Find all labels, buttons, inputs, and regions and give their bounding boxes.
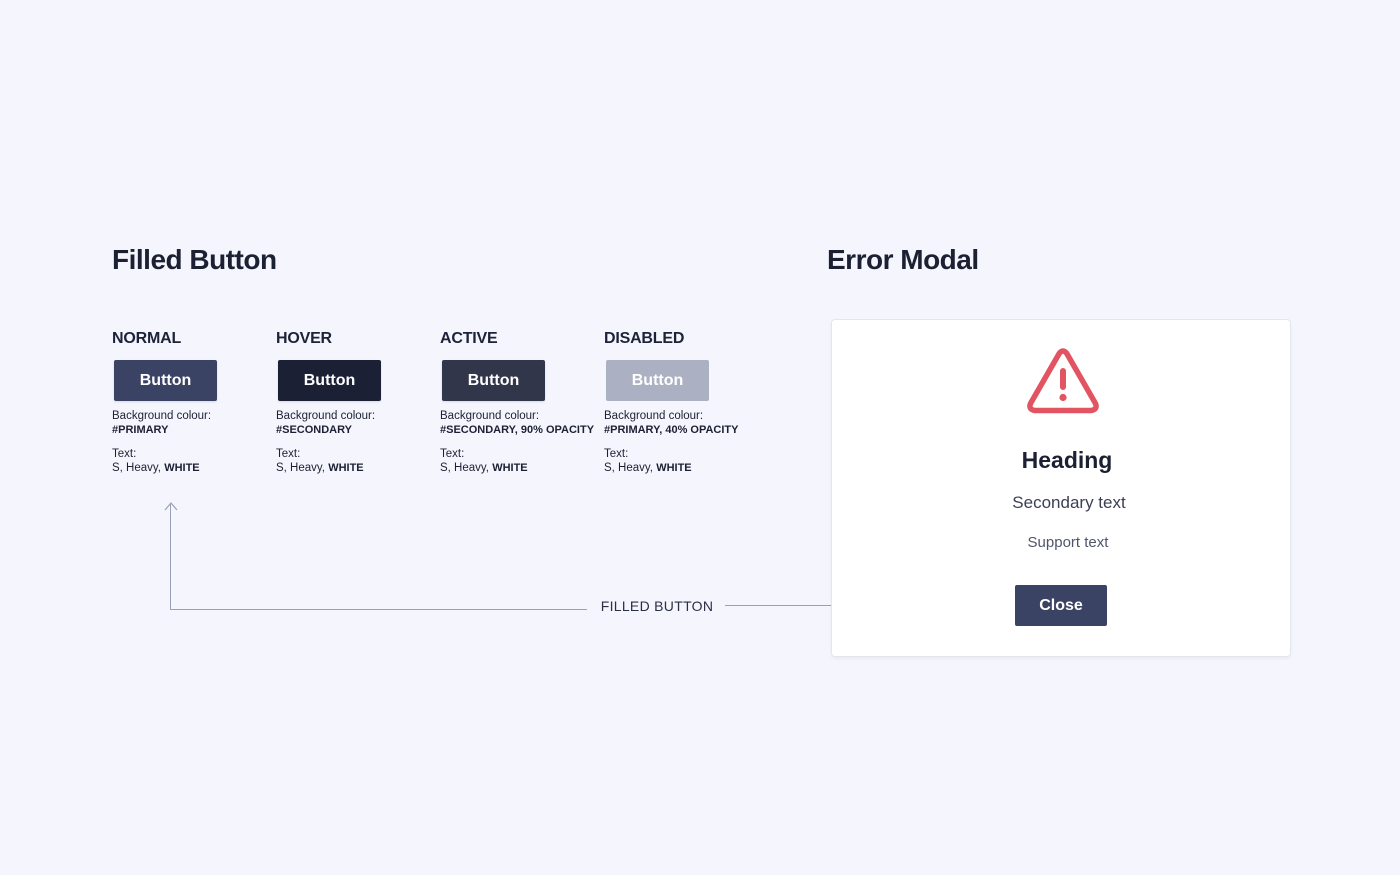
- text-color-value: WHITE: [492, 462, 528, 474]
- text-color-value: WHITE: [328, 462, 364, 474]
- text-spec: Text: S, Heavy, WHITE: [604, 447, 764, 475]
- background-caption: Background colour:: [112, 410, 212, 422]
- disabled-button: Button: [606, 360, 709, 401]
- text-value-line: S, Heavy, WHITE: [440, 461, 600, 475]
- state-label: HOVER: [276, 330, 332, 347]
- text-color-value: WHITE: [656, 462, 692, 474]
- background-spec: Background colour: #PRIMARY, 40% OPACITY: [604, 409, 764, 437]
- background-spec: Background colour: #PRIMARY: [112, 409, 272, 437]
- modal-heading: Heading: [1021, 447, 1113, 473]
- text-color-value: WHITE: [164, 462, 200, 474]
- close-button[interactable]: Close: [1015, 585, 1107, 626]
- text-caption: Text:: [440, 448, 465, 460]
- background-caption: Background colour:: [604, 410, 704, 422]
- warning-triangle-icon: [1027, 348, 1099, 414]
- state-label: ACTIVE: [440, 330, 498, 347]
- text-spec: Text: S, Heavy, WHITE: [440, 447, 600, 475]
- text-value: S, Heavy,: [112, 462, 165, 474]
- background-value: #SECONDARY: [276, 424, 352, 436]
- active-button[interactable]: Button: [442, 360, 545, 401]
- state-label: NORMAL: [112, 330, 182, 347]
- background-value: #PRIMARY, 40% OPACITY: [604, 424, 739, 436]
- text-value-line: S, Heavy, WHITE: [276, 461, 436, 475]
- normal-button[interactable]: Button: [114, 360, 217, 401]
- state-active: ACTIVE Button Background colour: #SECOND…: [440, 330, 600, 475]
- connector-label: FILLED BUTTON: [600, 598, 714, 614]
- text-caption: Text:: [604, 448, 629, 460]
- hover-button[interactable]: Button: [278, 360, 381, 401]
- text-caption: Text:: [276, 448, 301, 460]
- text-spec: Text: S, Heavy, WHITE: [112, 447, 272, 475]
- modal-support-text: Support text: [1027, 534, 1109, 551]
- modal-secondary-text: Secondary text: [1012, 493, 1126, 512]
- arrow-up-icon: [164, 502, 178, 511]
- background-spec: Background colour: #SECONDARY, 90% OPACI…: [440, 409, 600, 437]
- text-caption: Text:: [112, 448, 137, 460]
- state-disabled: DISABLED Button Background colour: #PRIM…: [604, 330, 764, 475]
- text-value: S, Heavy,: [276, 462, 329, 474]
- error-modal-title: Error Modal: [827, 244, 979, 275]
- text-value-line: S, Heavy, WHITE: [112, 461, 272, 475]
- filled-button-title: Filled Button: [112, 244, 277, 275]
- background-value: #SECONDARY, 90% OPACITY: [440, 424, 595, 436]
- text-value-line: S, Heavy, WHITE: [604, 461, 764, 475]
- background-spec: Background colour: #SECONDARY: [276, 409, 436, 437]
- connector-horizontal-line: [170, 609, 587, 610]
- background-value: #PRIMARY: [112, 424, 169, 436]
- text-spec: Text: S, Heavy, WHITE: [276, 447, 436, 475]
- text-value: S, Heavy,: [604, 462, 657, 474]
- connector-vertical-line: [170, 504, 171, 610]
- state-hover: HOVER Button Background colour: #SECONDA…: [276, 330, 436, 475]
- background-caption: Background colour:: [276, 410, 376, 422]
- state-label: DISABLED: [604, 330, 685, 347]
- background-caption: Background colour:: [440, 410, 540, 422]
- error-modal: Heading Secondary text Support text Clos…: [832, 320, 1290, 656]
- text-value: S, Heavy,: [440, 462, 493, 474]
- state-normal: NORMAL Button Background colour: #PRIMAR…: [112, 330, 272, 475]
